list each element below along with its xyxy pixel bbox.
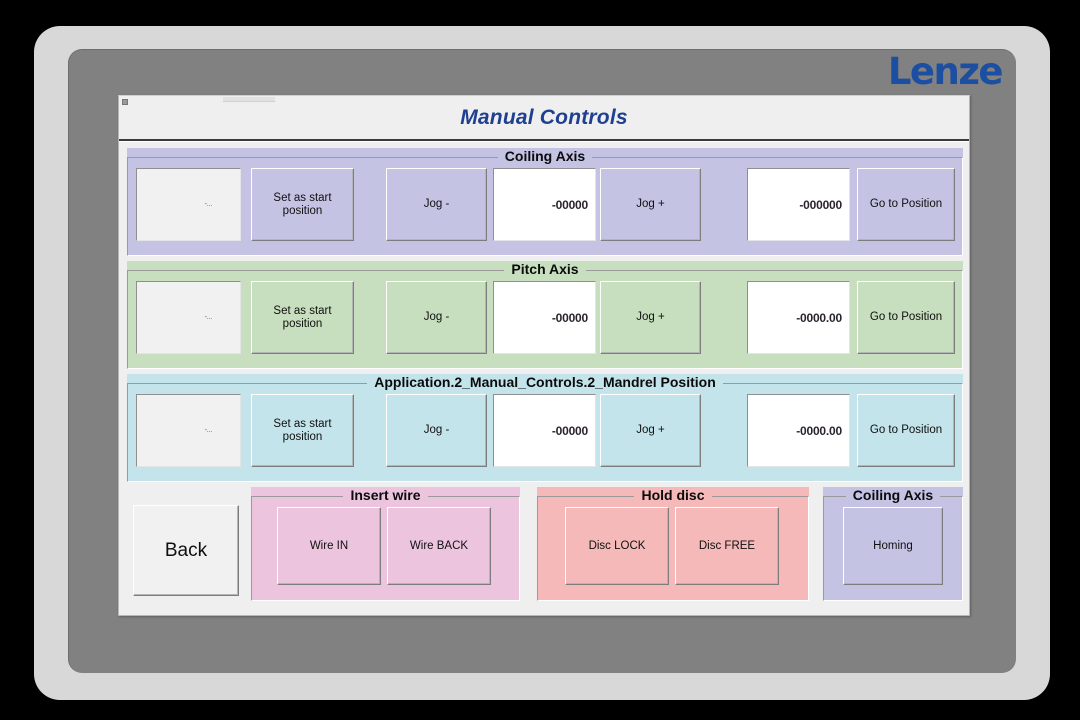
group-title-pitch-text: Pitch Axis xyxy=(504,261,586,277)
lenze-logo: Lenze xyxy=(887,50,1004,93)
window-titlebar: Manual Controls xyxy=(119,96,969,142)
coiling-set-as-start-position-button[interactable]: Set as start position xyxy=(251,168,354,241)
mandrel-set-start-line1: Set as start xyxy=(273,417,332,430)
group-title-coiling-text: Coiling Axis xyxy=(497,148,593,164)
application-window: Manual Controls Coiling Axis -... Set as… xyxy=(118,95,970,616)
group-title-coiling: Coiling Axis xyxy=(127,148,963,165)
group-title-homing: Coiling Axis xyxy=(823,487,963,504)
group-insert-wire: Insert wire Wire IN Wire BACK xyxy=(251,487,520,601)
group-title-hold-disc-text: Hold disc xyxy=(634,487,712,503)
group-body-mandrel: -... Set as start position Jog - -00000 … xyxy=(127,383,963,482)
pitch-target-position-field[interactable]: -0000.00 xyxy=(747,281,850,354)
pitch-position-readout: -... xyxy=(136,281,241,354)
system-menu-icon[interactable] xyxy=(122,99,128,105)
page-title: Manual Controls xyxy=(460,106,628,129)
group-title-pitch: Pitch Axis xyxy=(127,261,963,278)
group-body-insert-wire: Wire IN Wire BACK xyxy=(251,496,520,601)
group-title-hold-disc: Hold disc xyxy=(537,487,809,504)
coiling-jog-minus-button[interactable]: Jog - xyxy=(386,168,487,241)
group-title-mandrel-text: Application.2_Manual_Controls.2_Mandrel … xyxy=(367,374,723,390)
group-body-hold-disc: Disc LOCK Disc FREE xyxy=(537,496,809,601)
group-body-coiling: -... Set as start position Jog - -00000 … xyxy=(127,157,963,256)
disc-free-button[interactable]: Disc FREE xyxy=(675,507,779,585)
group-hold-disc: Hold disc Disc LOCK Disc FREE xyxy=(537,487,809,601)
pitch-jog-minus-button[interactable]: Jog - xyxy=(386,281,487,354)
group-pitch-axis: Pitch Axis -... Set as start position Jo… xyxy=(127,261,963,369)
coiling-jog-value-field[interactable]: -00000 xyxy=(493,168,596,241)
mandrel-jog-minus-button[interactable]: Jog - xyxy=(386,394,487,467)
mandrel-position-readout: -... xyxy=(136,394,241,467)
pitch-set-start-line2: position xyxy=(282,317,323,330)
mandrel-jog-value-field[interactable]: -00000 xyxy=(493,394,596,467)
coiling-jog-plus-button[interactable]: Jog + xyxy=(600,168,701,241)
pitch-set-as-start-position-button[interactable]: Set as start position xyxy=(251,281,354,354)
mandrel-jog-plus-button[interactable]: Jog + xyxy=(600,394,701,467)
wire-in-button[interactable]: Wire IN xyxy=(277,507,381,585)
coiling-go-to-position-button[interactable]: Go to Position xyxy=(857,168,955,241)
mandrel-target-position-field[interactable]: -0000.00 xyxy=(747,394,850,467)
pitch-go-to-position-button[interactable]: Go to Position xyxy=(857,281,955,354)
group-coiling-axis: Coiling Axis -... Set as start position … xyxy=(127,148,963,256)
coiling-target-position-field[interactable]: -000000 xyxy=(747,168,850,241)
coiling-set-start-line2: position xyxy=(282,204,323,217)
group-homing-coiling-axis: Coiling Axis Homing xyxy=(823,487,963,601)
back-button[interactable]: Back xyxy=(133,505,239,596)
group-body-pitch: -... Set as start position Jog - -00000 … xyxy=(127,270,963,369)
mandrel-set-start-line2: position xyxy=(282,430,323,443)
pitch-jog-plus-button[interactable]: Jog + xyxy=(600,281,701,354)
coiling-set-start-line1: Set as start xyxy=(273,191,332,204)
titlebar-grip xyxy=(223,97,275,102)
group-title-insert-wire-text: Insert wire xyxy=(343,487,428,503)
mandrel-set-as-start-position-button[interactable]: Set as start position xyxy=(251,394,354,467)
coiling-position-readout: -... xyxy=(136,168,241,241)
disc-lock-button[interactable]: Disc LOCK xyxy=(565,507,669,585)
group-body-homing: Homing xyxy=(823,496,963,601)
group-title-mandrel: Application.2_Manual_Controls.2_Mandrel … xyxy=(127,374,963,391)
content-area: Coiling Axis -... Set as start position … xyxy=(119,143,969,615)
group-title-insert-wire: Insert wire xyxy=(251,487,520,504)
homing-button[interactable]: Homing xyxy=(843,507,943,585)
pitch-set-start-line1: Set as start xyxy=(273,304,332,317)
wire-back-button[interactable]: Wire BACK xyxy=(387,507,491,585)
group-mandrel-position: Application.2_Manual_Controls.2_Mandrel … xyxy=(127,374,963,482)
pitch-jog-value-field[interactable]: -00000 xyxy=(493,281,596,354)
mandrel-go-to-position-button[interactable]: Go to Position xyxy=(857,394,955,467)
title-separator xyxy=(119,139,969,142)
group-title-homing-text: Coiling Axis xyxy=(845,487,941,503)
